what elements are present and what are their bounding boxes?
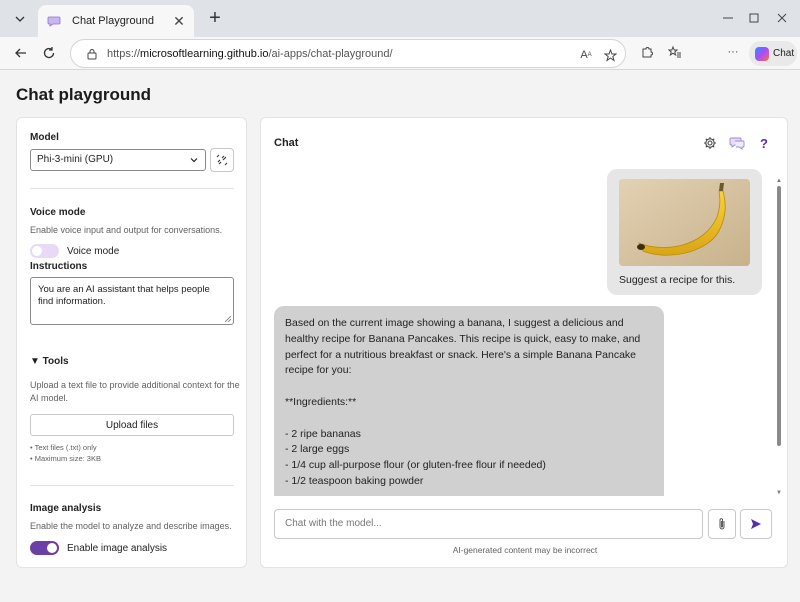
message-list: Suggest a recipe for this. Based on the … bbox=[261, 166, 789, 496]
assistant-line bbox=[285, 379, 653, 395]
toggle-knob bbox=[47, 543, 57, 553]
user-message: Suggest a recipe for this. bbox=[607, 169, 762, 295]
favorites-collection-icon[interactable] bbox=[666, 43, 684, 61]
assistant-line: - 2 ripe bananas bbox=[285, 427, 361, 440]
upload-files-button[interactable]: Upload files bbox=[30, 414, 234, 436]
instructions-textarea[interactable]: You are an AI assistant that helps peopl… bbox=[30, 277, 234, 325]
address-bar[interactable]: https://microsoftlearning.github.io/ai-a… bbox=[70, 39, 626, 68]
scroll-down-arrow[interactable]: ▼ bbox=[776, 490, 782, 496]
instructions-label: Instructions bbox=[30, 261, 88, 272]
divider bbox=[30, 188, 234, 189]
tab-close-button[interactable]: ✕ bbox=[172, 13, 186, 30]
image-analysis-description: Enable the model to analyze and describe… bbox=[30, 521, 232, 531]
file-type-note: • Text files (.txt) only bbox=[30, 443, 97, 452]
refresh-icon bbox=[43, 47, 55, 59]
paperclip-icon bbox=[719, 518, 725, 530]
image-analysis-heading: Image analysis bbox=[30, 503, 102, 514]
favorite-star-icon[interactable] bbox=[601, 46, 619, 64]
model-label: Model bbox=[30, 132, 59, 143]
browser-titlebar: Chat Playground ✕ + bbox=[0, 0, 800, 37]
url-text: https://microsoftlearning.github.io/ai-a… bbox=[107, 47, 393, 60]
unlink-icon bbox=[216, 154, 228, 166]
assistant-line: Based on the current image showing a ban… bbox=[285, 317, 641, 377]
voice-mode-toggle[interactable] bbox=[30, 244, 59, 258]
image-analysis-toggle[interactable] bbox=[30, 541, 59, 555]
assistant-line: - 1/2 teaspoon baking powder bbox=[285, 474, 424, 487]
ai-disclaimer: AI-generated content may be incorrect bbox=[452, 545, 598, 555]
chevron-down-icon bbox=[15, 16, 25, 22]
assistant-line: - 2 large eggs bbox=[285, 443, 350, 456]
copilot-chat-button[interactable]: Chat bbox=[749, 41, 797, 66]
resize-handle-icon[interactable] bbox=[225, 316, 231, 322]
page: Chat playground Model Phi-3-mini (GPU) V… bbox=[5, 70, 795, 597]
attach-image-button[interactable] bbox=[708, 509, 736, 539]
chat-input[interactable]: Chat with the model... bbox=[274, 509, 703, 539]
voice-mode-description: Enable voice input and output for conver… bbox=[30, 225, 223, 235]
chat-panel: Chat ? Suggest a recipe for this. Based … bbox=[260, 117, 788, 568]
help-button[interactable]: ? bbox=[756, 135, 772, 151]
tools-description: Upload a text file to provide additional… bbox=[30, 380, 240, 403]
chat-bubbles-icon bbox=[729, 137, 745, 150]
send-icon bbox=[751, 519, 761, 529]
model-select[interactable]: Phi-3-mini (GPU) bbox=[30, 149, 206, 171]
tools-heading[interactable]: ▼ Tools bbox=[30, 356, 69, 367]
back-button[interactable] bbox=[8, 40, 34, 66]
arrow-left-icon bbox=[15, 48, 26, 58]
minimize-icon bbox=[723, 17, 733, 19]
new-tab-button[interactable]: + bbox=[204, 8, 226, 30]
page-title: Chat playground bbox=[16, 85, 152, 104]
chat-favicon-icon bbox=[46, 13, 62, 29]
close-window-button[interactable] bbox=[768, 6, 796, 30]
browser-toolbar: https://microsoftlearning.github.io/ai-a… bbox=[0, 37, 800, 70]
assistant-line bbox=[285, 411, 653, 427]
model-selected-value: Phi-3-mini (GPU) bbox=[37, 154, 114, 165]
switch-model-button[interactable] bbox=[210, 148, 234, 172]
scroll-up-arrow[interactable]: ▲ bbox=[776, 178, 782, 184]
copilot-logo-icon bbox=[755, 46, 769, 61]
user-message-text: Suggest a recipe for this. bbox=[619, 274, 736, 286]
chat-input-placeholder: Chat with the model... bbox=[285, 518, 382, 529]
refresh-button[interactable] bbox=[36, 40, 62, 66]
instructions-text: You are an AI assistant that helps peopl… bbox=[38, 284, 210, 307]
scroll-thumb[interactable] bbox=[777, 186, 781, 446]
minimize-button[interactable] bbox=[714, 6, 742, 30]
maximize-icon bbox=[749, 13, 759, 23]
extensions-icon[interactable] bbox=[638, 43, 656, 61]
chat-bubbles-button[interactable] bbox=[729, 135, 745, 151]
read-aloud-icon[interactable]: AA bbox=[577, 46, 595, 64]
chevron-down-icon bbox=[190, 158, 198, 163]
voice-mode-toggle-label: Voice mode bbox=[67, 246, 120, 257]
gear-icon bbox=[704, 137, 716, 149]
voice-mode-heading: Voice mode bbox=[30, 207, 86, 218]
copilot-label: Chat bbox=[773, 48, 795, 59]
send-button[interactable] bbox=[740, 509, 772, 539]
close-icon bbox=[777, 13, 787, 23]
assistant-line: **Ingredients:** bbox=[285, 395, 357, 408]
file-size-note: • Maximum size: 3KB bbox=[30, 454, 101, 463]
assistant-message: Based on the current image showing a ban… bbox=[274, 306, 664, 496]
more-options-icon[interactable]: ··· bbox=[724, 43, 742, 61]
message-scrollbar[interactable]: ▲ ▼ bbox=[776, 178, 782, 496]
site-info-icon[interactable] bbox=[85, 47, 99, 61]
question-mark-icon: ? bbox=[760, 135, 768, 151]
chat-title: Chat bbox=[274, 137, 299, 149]
tab-actions-menu-button[interactable] bbox=[8, 7, 32, 31]
tab-title: Chat Playground bbox=[72, 15, 154, 27]
divider bbox=[30, 485, 234, 486]
browser-tab[interactable]: Chat Playground ✕ bbox=[38, 5, 194, 37]
settings-panel: Model Phi-3-mini (GPU) Voice mode Enable… bbox=[16, 117, 247, 568]
maximize-button[interactable] bbox=[740, 6, 768, 30]
image-analysis-toggle-label: Enable image analysis bbox=[67, 543, 168, 554]
assistant-line: - 1/4 cup all-purpose flour (or gluten-f… bbox=[285, 459, 546, 472]
toggle-knob bbox=[32, 246, 42, 256]
banana-image bbox=[619, 179, 750, 266]
settings-gear-button[interactable] bbox=[702, 135, 718, 151]
